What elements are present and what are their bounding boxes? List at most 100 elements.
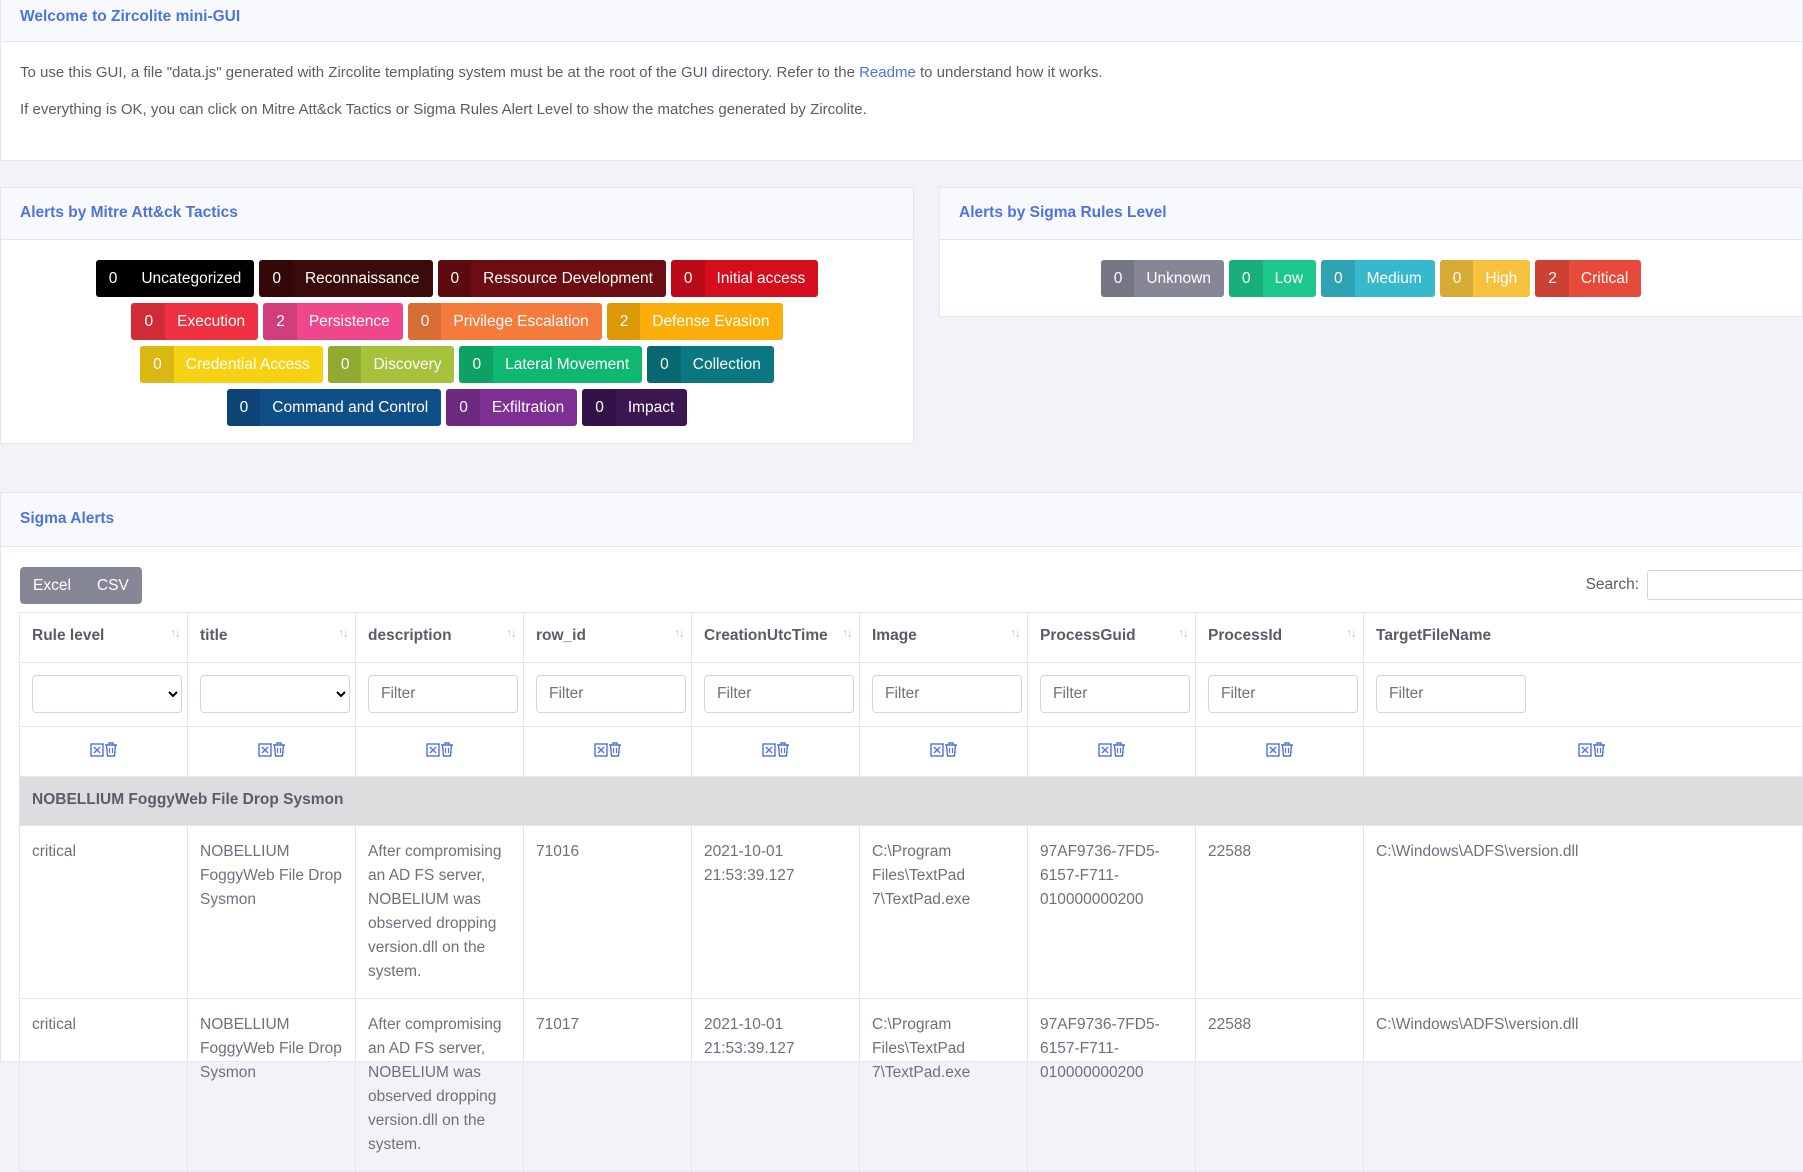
filter-input-processid[interactable] [1208,675,1358,713]
filter-input-creationutctime[interactable] [704,675,854,713]
welcome-body: To use this GUI, a file "data.js" genera… [1,64,1802,118]
trash-icon[interactable] [1592,742,1606,760]
badge-count: 2 [607,303,641,340]
filter-cell [1196,663,1364,727]
trash-icon[interactable] [104,742,118,760]
filter-select-title[interactable] [200,675,350,713]
level-critical-badge[interactable]: 2Critical [1535,260,1641,297]
readme-link[interactable]: Readme [859,64,916,81]
tactic-persistence-badge[interactable]: 2Persistence [263,303,403,340]
header-row: Rule level↑↓title↑↓description↑↓row_id↑↓… [20,613,1803,663]
tools-cell [1364,727,1803,777]
csv-button[interactable]: CSV [84,567,142,604]
tactic-lateral-movement-badge[interactable]: 0Lateral Movement [459,346,642,383]
column-header-image[interactable]: Image↑↓ [860,613,1028,663]
filter-cell [1028,663,1196,727]
tactic-collection-badge[interactable]: 0Collection [647,346,774,383]
trash-icon[interactable] [1280,742,1294,760]
group-row[interactable]: NOBELLIUM FoggyWeb File Drop Sysmon [20,777,1803,826]
level-medium-badge[interactable]: 0Medium [1321,260,1435,297]
table-cell: NOBELLIUM FoggyWeb File Drop Sysmon [188,826,356,999]
filter-select-rule-level[interactable] [32,675,182,713]
sort-icon: ↑↓ [1178,625,1187,640]
column-header-rule-level[interactable]: Rule level↑↓ [20,613,188,663]
filter-input-targetfilename[interactable] [1376,675,1526,713]
table-row[interactable]: criticalNOBELLIUM FoggyWeb File Drop Sys… [20,999,1803,1172]
badge-count: 0 [408,303,442,340]
column-header-title[interactable]: title↑↓ [188,613,356,663]
clear-filter-icon[interactable] [930,743,944,760]
filter-cell [356,663,524,727]
filter-input-description[interactable] [368,675,518,713]
trash-icon[interactable] [1112,742,1126,760]
table-cell: After compromising an AD FS server, NOBE… [356,999,524,1172]
clear-filter-icon[interactable] [762,743,776,760]
trash-icon[interactable] [944,742,958,760]
level-unknown-badge[interactable]: 0Unknown [1101,260,1224,297]
column-header-label: description [368,627,452,644]
column-header-description[interactable]: description↑↓ [356,613,524,663]
levels-card: Alerts by Sigma Rules Level 0Unknown0Low… [939,187,1803,317]
clear-filter-icon[interactable] [594,743,608,760]
table-cell: C:\Program Files\TextPad 7\TextPad.exe [860,999,1028,1172]
tactic-command-and-control-badge[interactable]: 0Command and Control [227,389,442,426]
search-input[interactable] [1647,570,1802,600]
tactic-defense-evasion-badge[interactable]: 2Defense Evasion [607,303,783,340]
tactic-badges: 0Uncategorized0Reconnaissance0Ressource … [1,240,913,426]
table-cell: 2021-10-01 21:53:39.127 [692,999,860,1172]
badge-count: 2 [263,303,297,340]
alerts-table: Rule level↑↓title↑↓description↑↓row_id↑↓… [19,612,1803,1172]
tactic-exfiltration-badge[interactable]: 0Exfiltration [446,389,577,426]
column-header-processid[interactable]: ProcessId↑↓ [1196,613,1364,663]
tactic-execution-badge[interactable]: 0Execution [131,303,258,340]
clear-filter-icon[interactable] [1098,743,1112,760]
tactic-credential-access-badge[interactable]: 0Credential Access [140,346,323,383]
clear-filter-icon[interactable] [426,743,440,760]
sort-icon: ↑↓ [338,625,347,640]
clear-filter-icon[interactable] [258,743,272,760]
clear-filter-icon[interactable] [90,743,104,760]
clear-filter-icon[interactable] [1578,743,1592,760]
tactic-privilege-escalation-badge[interactable]: 0Privilege Escalation [408,303,602,340]
badge-count: 0 [438,260,472,297]
table-row[interactable]: criticalNOBELLIUM FoggyWeb File Drop Sys… [20,826,1803,999]
badge-count: 2 [1535,260,1569,297]
filter-cell [1364,663,1803,727]
filter-cell [860,663,1028,727]
trash-icon[interactable] [776,742,790,760]
sort-icon: ↑↓ [170,625,179,640]
tactic-ressource-development-badge[interactable]: 0Ressource Development [438,260,666,297]
tactic-reconnaissance-badge[interactable]: 0Reconnaissance [259,260,432,297]
filter-input-image[interactable] [872,675,1022,713]
level-high-badge[interactable]: 0High [1440,260,1531,297]
table-cell: NOBELLIUM FoggyWeb File Drop Sysmon [188,999,356,1172]
group-label: NOBELLIUM FoggyWeb File Drop Sysmon [20,777,1803,826]
tactic-discovery-badge[interactable]: 0Discovery [328,346,455,383]
trash-icon[interactable] [272,742,286,760]
badge-count: 0 [96,260,130,297]
filter-input-processguid[interactable] [1040,675,1190,713]
column-header-targetfilename[interactable]: TargetFileName↑↓ [1364,613,1803,663]
search-label: Search: [1586,576,1639,594]
column-header-processguid[interactable]: ProcessGuid↑↓ [1028,613,1196,663]
welcome-card: Welcome to Zircolite mini-GUI To use thi… [0,0,1803,161]
filter-cell [20,663,188,727]
excel-button[interactable]: Excel [20,567,84,604]
tactic-uncategorized-badge[interactable]: 0Uncategorized [96,260,255,297]
column-header-row-id[interactable]: row_id↑↓ [524,613,692,663]
clear-filter-icon[interactable] [1266,743,1280,760]
export-buttons: Excel CSV [20,567,142,604]
trash-icon[interactable] [440,742,454,760]
filter-cell [524,663,692,727]
column-header-creationutctime[interactable]: CreationUtcTime↑↓ [692,613,860,663]
filter-input-row-id[interactable] [536,675,686,713]
table-cell: 22588 [1196,999,1364,1172]
level-low-badge[interactable]: 0Low [1229,260,1316,297]
tactic-impact-badge[interactable]: 0Impact [582,389,687,426]
badge-label: Defense Evasion [640,313,782,331]
column-header-label: ProcessId [1208,627,1282,644]
badge-label: Unknown [1134,270,1224,288]
trash-icon[interactable] [608,742,622,760]
tactic-initial-access-badge[interactable]: 0Initial access [671,260,818,297]
filter-cell [188,663,356,727]
